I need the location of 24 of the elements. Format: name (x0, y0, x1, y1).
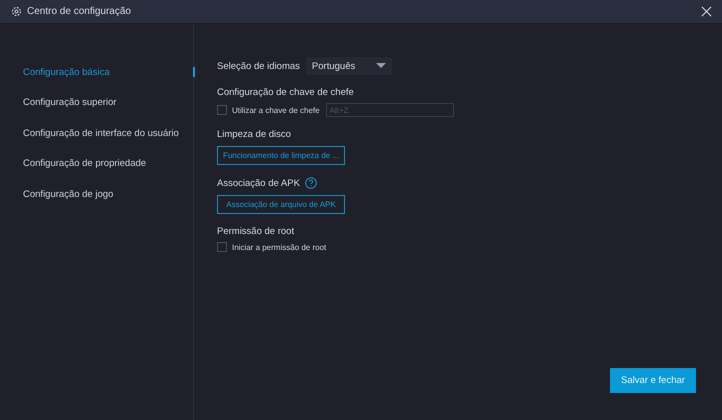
window-title: Centro de configuração (27, 6, 132, 17)
checkbox[interactable] (217, 105, 227, 115)
section-title: Permissão de root (217, 226, 296, 237)
settings-icon (11, 6, 22, 17)
sidebar-item[interactable]: Configuração de jogo (23, 188, 114, 200)
section-title: Limpeza de disco (217, 129, 291, 140)
language-dropdown[interactable]: Português (306, 57, 392, 75)
sidebar-item[interactable]: Configuração superior (23, 97, 116, 108)
input-field[interactable]: Alt+Z (326, 103, 454, 117)
field-label: Seleção de idiomas (217, 60, 300, 72)
sidebar-item[interactable]: Configuração de interface do usuário (23, 128, 179, 139)
caret-icon (376, 63, 386, 69)
action-button[interactable]: Funcionamento de limpeza de ... (217, 146, 345, 165)
action-button[interactable]: Associação de arquivo de APK (217, 195, 345, 214)
checkbox-label: Utilizar a chave de chefe (232, 106, 320, 114)
help-icon[interactable] (304, 177, 317, 189)
selection-indicator (193, 67, 195, 78)
sidebar-item[interactable]: Configuração básica (23, 66, 110, 78)
section-title: Configuração de chave de chefe (217, 87, 355, 98)
checkbox[interactable] (217, 242, 227, 252)
close-icon[interactable] (701, 6, 712, 17)
sidebar-item[interactable]: Configuração de propriedade (23, 158, 146, 170)
checkbox-label: Iniciar a permissão de root (232, 242, 326, 252)
section-title: Associação de APK (217, 178, 300, 188)
